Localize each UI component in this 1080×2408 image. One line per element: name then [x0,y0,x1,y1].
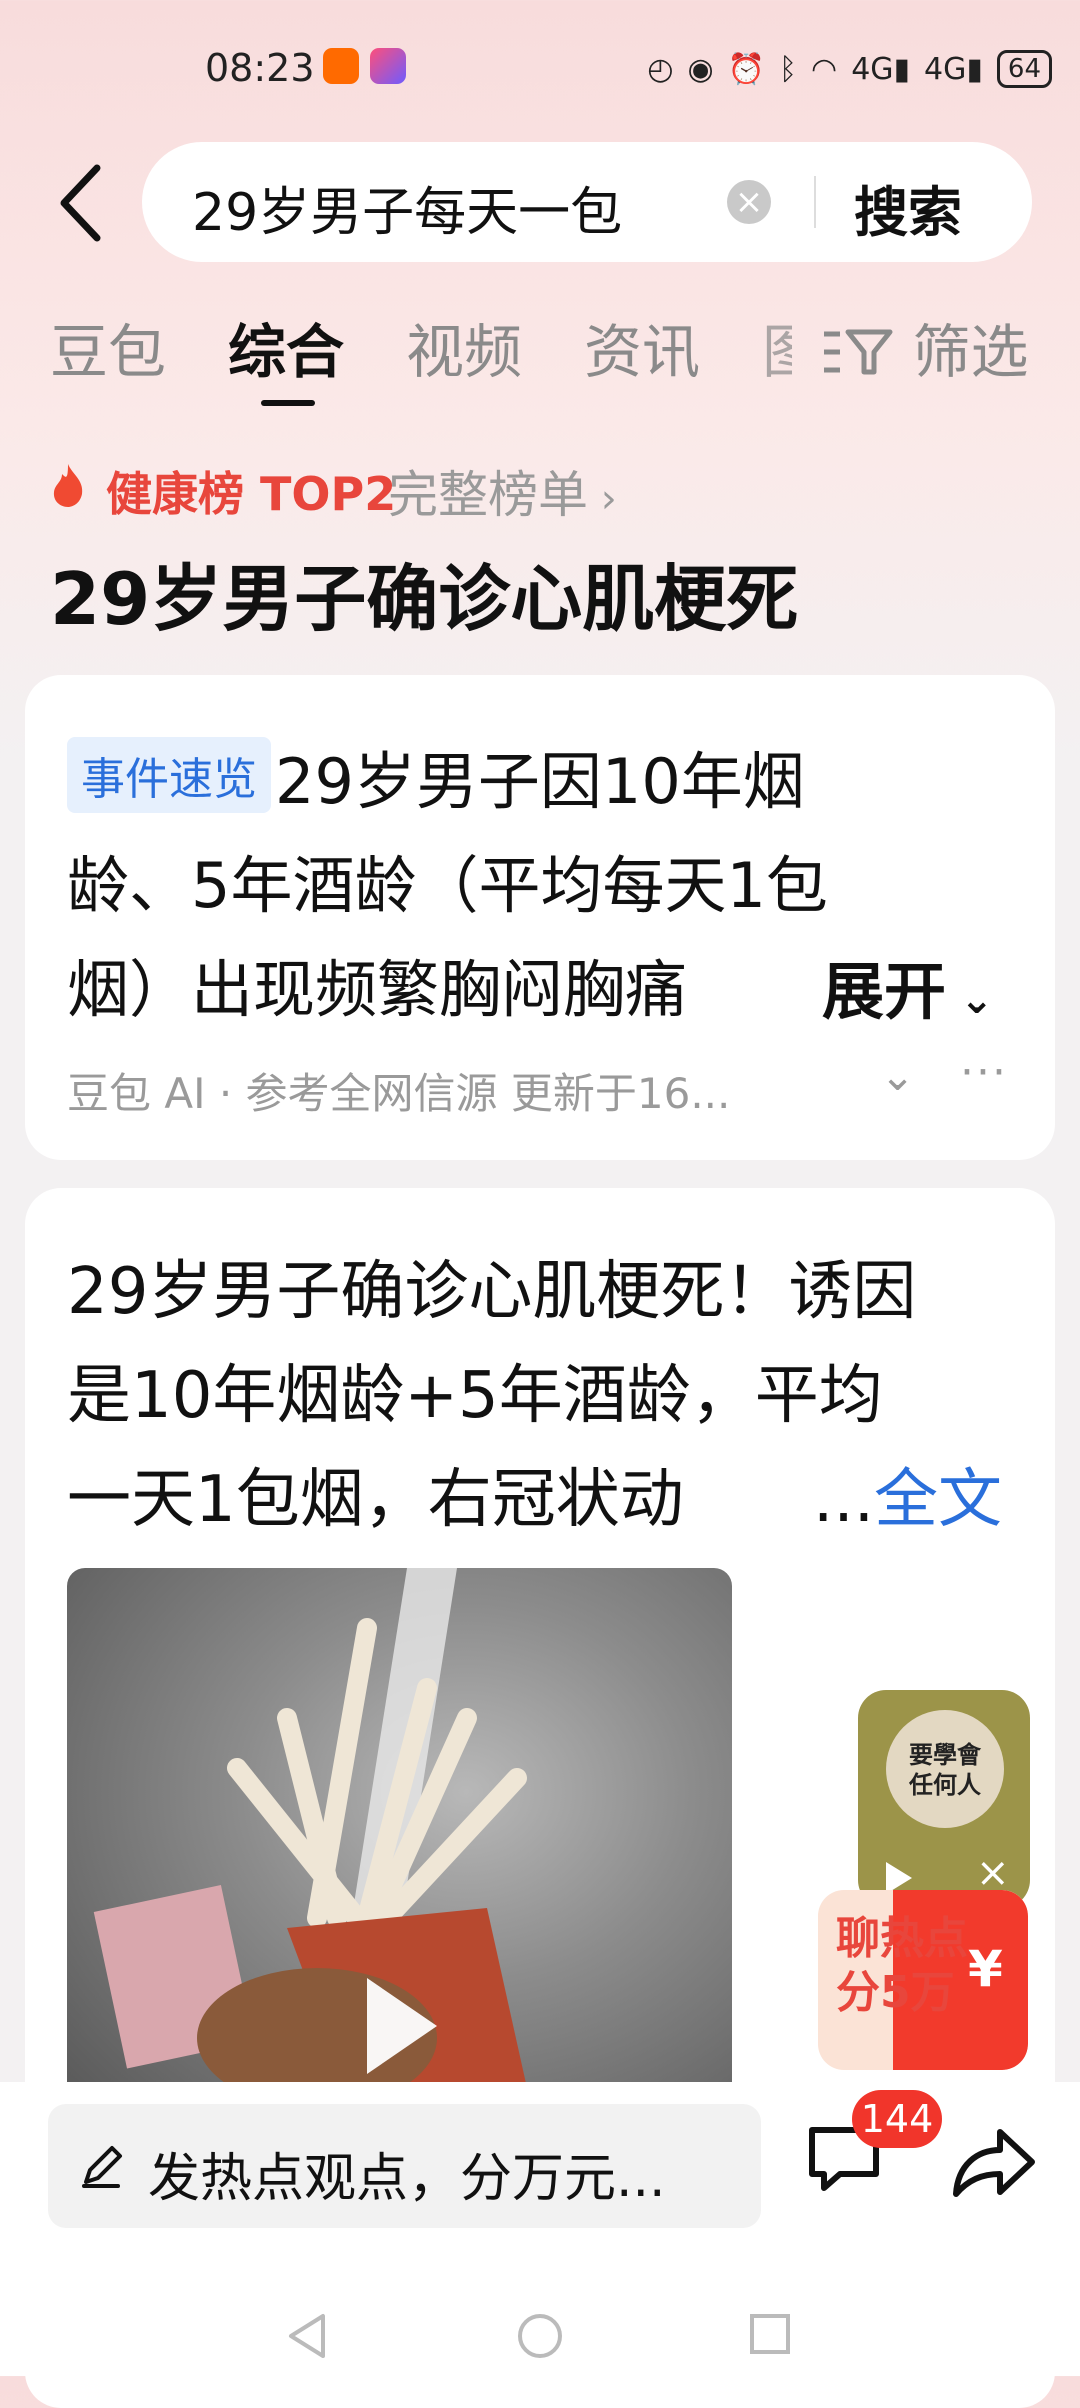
collapse-chevron-icon[interactable]: ⌄ [880,1051,915,1100]
signal-icon-2: 4G▮ [924,51,983,87]
post-line-2: 是10年烟龄+5年酒龄，平均 [67,1359,883,1433]
share-icon[interactable] [950,2124,1036,2200]
battery-icon: 64 [996,50,1052,88]
taobao-app-icon [323,48,359,84]
expand-button[interactable]: 展开 ⌄ [810,941,994,1031]
comment-input[interactable]: 发热点观点，分万元... [48,2104,761,2228]
wifi-icon: ◠ [811,51,838,87]
filter-label: 筛选 [912,318,1029,386]
status-time: 08:23 [205,46,315,90]
tab-comprehensive[interactable]: 综合 [228,305,344,389]
filter-icon [824,329,893,375]
promo-banner[interactable]: 聊热点 分5万 ¥ [818,1890,1028,2070]
tab-doubao[interactable]: 豆包 [50,305,166,389]
pen-icon [82,2146,122,2188]
hot-rank-label[interactable]: 健康榜 TOP2 [106,458,396,524]
chevron-right-icon: › [588,476,617,522]
comment-count-badge: 144 [852,2090,942,2148]
search-bar[interactable]: 29岁男子每天一包 × 搜索 [142,142,1032,262]
signal-icon-1: 4G▮ [851,51,911,87]
clear-icon[interactable]: × [727,180,771,224]
promo-text: 聊热点 分5万 [836,1912,968,2020]
more-options-icon[interactable]: ··· [960,1047,1008,1098]
yen-icon: ¥ [968,1940,1003,1998]
status-icons: ◴ ◉ ⏰ ᛒ ◠ 4G▮ 4G▮ 64 [647,50,1052,88]
tab-video[interactable]: 视频 [406,305,522,389]
bottom-bar: 发热点观点，分万元... 144 [0,2082,1080,2376]
float-line-1: 要學會 [909,1741,981,1769]
filter-button[interactable]: 筛选 [822,305,1028,389]
float-thumbnail: 要學會 任何人 [886,1710,1004,1828]
video-thumbnail[interactable] [67,1568,732,2128]
video-app-icon [370,48,406,84]
status-bar: 08:23 ◴ ◉ ⏰ ᛒ ◠ 4G▮ 4G▮ 64 [0,40,1080,100]
back-arrow-icon[interactable] [52,158,112,248]
post-line-1: 29岁男子确诊心肌梗死！诱因 [67,1255,917,1329]
tab-image[interactable]: 图 [762,305,792,389]
event-summary-card[interactable]: 事件速览 29岁男子因10年烟 龄、5年酒龄（平均每天1包 烟）出现频繁胸闷胸痛… [25,675,1055,1160]
topic-title: 29岁男子确诊心肌梗死 [50,557,799,641]
alarm-icon: ⏰ [727,51,765,87]
tab-news[interactable]: 资讯 [584,305,700,389]
promo-line-1: 聊热点 [836,1913,968,1964]
tab-bar: 豆包 综合 视频 资讯 图 筛选 [50,305,1050,406]
promo-line-2: 分5万 [836,1967,955,2018]
search-input[interactable]: 29岁男子每天一包 [192,170,712,245]
nav-back-icon[interactable] [285,2312,329,2360]
active-tab-indicator [261,400,315,406]
summary-line-2: 龄、5年酒龄（平均每天1包 [67,849,828,922]
nav-home-icon[interactable] [516,2312,564,2360]
play-icon[interactable] [367,1978,437,2074]
eye-icon: ◉ [687,51,714,87]
bluetooth-icon: ᛒ [779,51,797,87]
summary-line-3: 烟）出现频繁胸闷胸痛 [67,953,688,1026]
full-ranking-link[interactable]: 完整榜单 › [388,455,617,527]
chevron-down-icon: ⌄ [946,977,994,1023]
event-tag: 事件速览 [67,737,271,813]
search-button[interactable]: 搜索 [854,168,962,247]
speed-icon: ◴ [647,51,674,87]
full-text-link[interactable]: ...全文 [813,1448,1002,1540]
nav-recents-icon[interactable] [748,2312,792,2356]
comment-placeholder: 发热点观点，分万元... [148,2149,666,2209]
summary-meta: 豆包 AI · 参考全网信源 更新于16... [67,1069,731,1118]
post-line-3: 一天1包烟，右冠状动 [67,1463,684,1537]
search-divider [814,176,816,228]
float-line-2: 任何人 [909,1771,981,1799]
flame-icon [53,464,83,507]
floating-video-widget[interactable]: 要學會 任何人 × [858,1690,1030,1908]
summary-line-1: 29岁男子因10年烟 [275,745,805,818]
